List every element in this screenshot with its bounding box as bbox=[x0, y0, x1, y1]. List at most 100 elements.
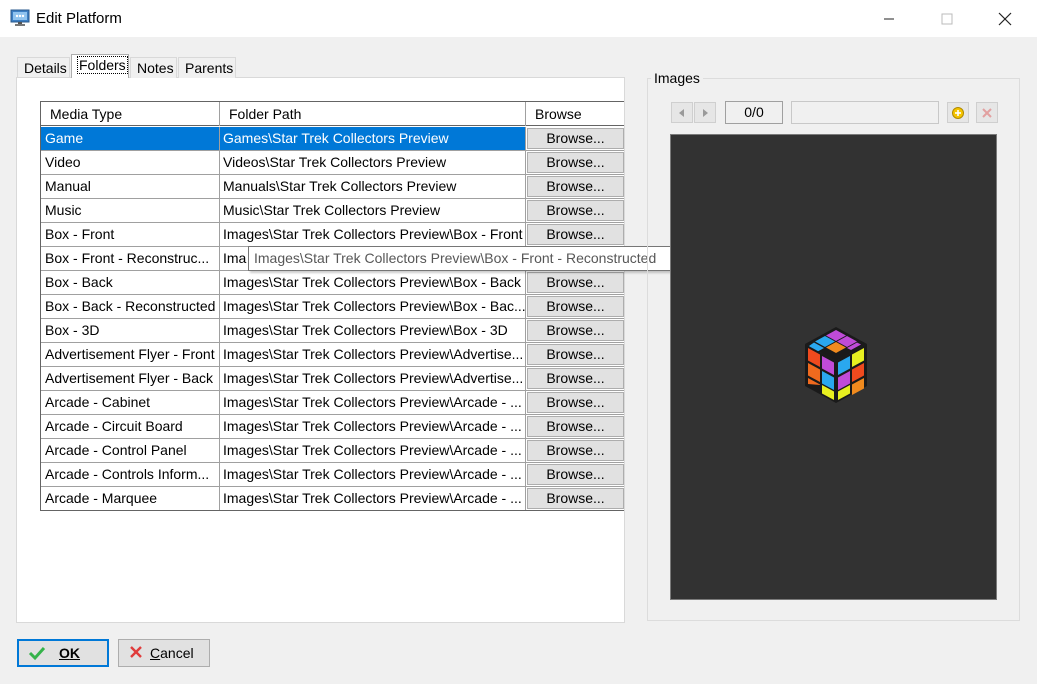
table-row[interactable]: Arcade - Cabinet Images\Star Trek Collect… bbox=[41, 391, 624, 415]
browse-button[interactable]: Browse... bbox=[527, 392, 624, 413]
image-counter: 0/0 bbox=[725, 101, 783, 124]
browse-cell: Browse... bbox=[526, 463, 624, 487]
delete-icon bbox=[982, 107, 992, 118]
folder-path-cell[interactable]: Music\Star Trek Collectors Preview bbox=[220, 199, 526, 223]
tab-label: Parents bbox=[185, 60, 234, 76]
media-type-cell[interactable]: Advertisement Flyer - Back bbox=[41, 367, 220, 391]
browse-cell: Browse... bbox=[526, 295, 624, 319]
media-type-cell[interactable]: Box - 3D bbox=[41, 319, 220, 343]
x-icon bbox=[130, 646, 142, 658]
browse-cell: Browse... bbox=[526, 415, 624, 439]
maximize-button[interactable] bbox=[924, 0, 970, 38]
folder-path-cell[interactable]: Images\Star Trek Collectors Preview\Adve… bbox=[220, 367, 526, 391]
media-type-cell[interactable]: Manual bbox=[41, 175, 220, 199]
close-button[interactable] bbox=[982, 0, 1028, 38]
ok-button[interactable]: OK bbox=[17, 639, 109, 667]
browse-button[interactable]: Browse... bbox=[527, 440, 624, 461]
table-row[interactable]: Music Music\Star Trek Collectors Preview B… bbox=[41, 199, 624, 223]
table-row[interactable]: Box - 3D Images\Star Trek Collectors Prev… bbox=[41, 319, 624, 343]
table-row[interactable]: Box - Front Images\Star Trek Collectors P… bbox=[41, 223, 624, 247]
folder-path-cell[interactable]: Images\Star Trek Collectors Preview\Arca… bbox=[220, 391, 526, 415]
table-row[interactable]: Advertisement Flyer - Front Images\Star T… bbox=[41, 343, 624, 367]
tab-folders[interactable]: Folders bbox=[71, 54, 129, 78]
browse-button[interactable]: Browse... bbox=[527, 488, 624, 509]
folder-path-cell[interactable]: Videos\Star Trek Collectors Preview bbox=[220, 151, 526, 175]
table-row[interactable]: Advertisement Flyer - Back Images\Star Tr… bbox=[41, 367, 624, 391]
folder-path-cell[interactable]: Images\Star Trek Collectors Preview\Box … bbox=[220, 271, 526, 295]
delete-image-button[interactable] bbox=[976, 102, 998, 123]
media-type-cell[interactable]: Game bbox=[41, 127, 220, 151]
folder-path-cell[interactable]: Images\Star Trek Collectors Preview\Arca… bbox=[220, 415, 526, 439]
image-type-field[interactable] bbox=[791, 101, 939, 124]
media-type-cell[interactable]: Arcade - Controls Inform... bbox=[41, 463, 220, 487]
path-tooltip: Images\Star Trek Collectors Preview\Box … bbox=[248, 246, 683, 271]
browse-button[interactable]: Browse... bbox=[527, 320, 624, 341]
cancel-button[interactable]: Cancel bbox=[118, 639, 210, 667]
tab-notes[interactable]: Notes bbox=[130, 57, 177, 78]
table-row[interactable]: Arcade - Control Panel Images\Star Trek C… bbox=[41, 439, 624, 463]
next-image-button[interactable] bbox=[694, 102, 716, 123]
media-type-cell[interactable]: Arcade - Control Panel bbox=[41, 439, 220, 463]
tab-label: Notes bbox=[137, 60, 174, 76]
folder-path-cell[interactable]: Manuals\Star Trek Collectors Preview bbox=[220, 175, 526, 199]
window-title: Edit Platform bbox=[36, 10, 122, 27]
folder-path-cell[interactable]: Images\Star Trek Collectors Preview\Arca… bbox=[220, 487, 526, 510]
table-row[interactable]: Box - Back - Reconstructed Images\Star Tr… bbox=[41, 295, 624, 319]
tab-parents[interactable]: Parents bbox=[178, 57, 236, 78]
media-type-cell[interactable]: Box - Back bbox=[41, 271, 220, 295]
image-preview bbox=[670, 134, 997, 600]
tab-details[interactable]: Details bbox=[17, 57, 70, 78]
browse-button[interactable]: Browse... bbox=[527, 344, 624, 365]
browse-button[interactable]: Browse... bbox=[527, 200, 624, 221]
media-type-cell[interactable]: Video bbox=[41, 151, 220, 175]
column-header-browse[interactable]: Browse bbox=[526, 102, 624, 126]
media-type-cell[interactable]: Arcade - Circuit Board bbox=[41, 415, 220, 439]
folder-path-cell[interactable]: Images\Star Trek Collectors Preview\Arca… bbox=[220, 439, 526, 463]
browse-button[interactable]: Browse... bbox=[527, 296, 624, 317]
checkmark-icon bbox=[28, 646, 46, 661]
add-image-button[interactable] bbox=[947, 102, 969, 123]
media-type-cell[interactable]: Arcade - Marquee bbox=[41, 487, 220, 510]
minimize-button[interactable] bbox=[866, 0, 912, 38]
browse-cell: Browse... bbox=[526, 175, 624, 199]
media-type-cell[interactable]: Arcade - Cabinet bbox=[41, 391, 220, 415]
previous-image-button[interactable] bbox=[671, 102, 693, 123]
table-row[interactable]: Game Games\Star Trek Collectors Preview Br… bbox=[41, 127, 624, 151]
folder-path-cell[interactable]: Images\Star Trek Collectors Preview\Box … bbox=[220, 223, 526, 247]
images-group-label: Images bbox=[651, 70, 703, 86]
table-row[interactable]: Arcade - Marquee Images\Star Trek Collect… bbox=[41, 487, 624, 510]
column-header-folder-path[interactable]: Folder Path bbox=[220, 102, 526, 126]
browse-button[interactable]: Browse... bbox=[527, 272, 624, 293]
tab-label: Details bbox=[24, 60, 67, 76]
table-row[interactable]: Arcade - Controls Inform... Images\Star T… bbox=[41, 463, 624, 487]
browse-button[interactable]: Browse... bbox=[527, 152, 624, 173]
column-header-media-type[interactable]: Media Type bbox=[41, 102, 220, 126]
browse-button[interactable]: Browse... bbox=[527, 416, 624, 437]
table-row[interactable]: Video Videos\Star Trek Collectors Preview… bbox=[41, 151, 624, 175]
arrow-right-icon bbox=[703, 108, 708, 117]
cancel-label-rest: ancel bbox=[160, 645, 194, 661]
folder-path-cell[interactable]: Images\Star Trek Collectors Preview\Arca… bbox=[220, 463, 526, 487]
table-row[interactable]: Manual Manuals\Star Trek Collectors Previ… bbox=[41, 175, 624, 199]
folders-grid: Media Type Folder Path Browse Game Games\… bbox=[40, 101, 624, 511]
folder-path-cell[interactable]: Games\Star Trek Collectors Preview bbox=[220, 127, 526, 151]
media-type-cell[interactable]: Box - Back - Reconstructed bbox=[41, 295, 220, 319]
browse-button[interactable]: Browse... bbox=[527, 368, 624, 389]
browse-cell: Browse... bbox=[526, 343, 624, 367]
folder-path-cell[interactable]: Images\Star Trek Collectors Preview\Adve… bbox=[220, 343, 526, 367]
browse-button[interactable]: Browse... bbox=[527, 224, 624, 245]
media-type-cell[interactable]: Box - Front - Reconstruc... bbox=[41, 247, 220, 271]
browse-button[interactable]: Browse... bbox=[527, 128, 624, 149]
browse-button[interactable]: Browse... bbox=[527, 176, 624, 197]
launchbox-cube-logo bbox=[805, 327, 867, 403]
browse-button[interactable]: Browse... bbox=[527, 464, 624, 485]
arrow-left-icon bbox=[679, 108, 684, 117]
browse-cell: Browse... bbox=[526, 127, 624, 151]
table-row[interactable]: Box - Back Images\Star Trek Collectors Pr… bbox=[41, 271, 624, 295]
table-row[interactable]: Arcade - Circuit Board Images\Star Trek C… bbox=[41, 415, 624, 439]
media-type-cell[interactable]: Box - Front bbox=[41, 223, 220, 247]
media-type-cell[interactable]: Music bbox=[41, 199, 220, 223]
media-type-cell[interactable]: Advertisement Flyer - Front bbox=[41, 343, 220, 367]
folder-path-cell[interactable]: Images\Star Trek Collectors Preview\Box … bbox=[220, 319, 526, 343]
folder-path-cell[interactable]: Images\Star Trek Collectors Preview\Box … bbox=[220, 295, 526, 319]
